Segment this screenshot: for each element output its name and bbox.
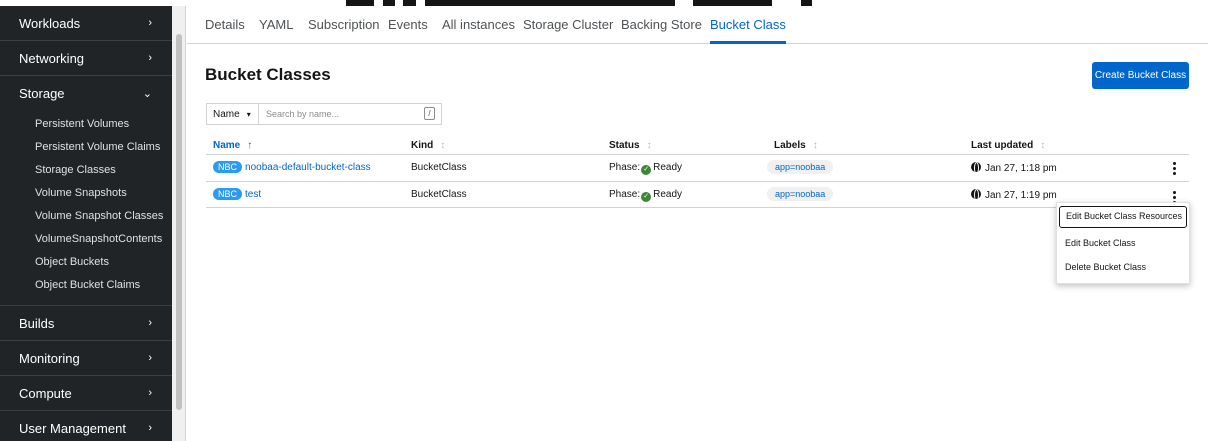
nav-section-storage[interactable]: Storage ⌄ [0,76,172,111]
kind-cell: BucketClass [411,189,467,200]
filter-type-dropdown[interactable]: Name ▾ [207,104,259,124]
resource-name-cell: NBC noobaa-default-bucket-class [213,161,371,173]
row-actions-menu: Edit Bucket Class Resources Edit Bucket … [1056,202,1190,284]
sidebar-item-volume-snapshot-contents[interactable]: VolumeSnapshotContents [0,228,172,251]
nav-section-monitoring[interactable]: Monitoring › [0,341,172,376]
nav-section-user-management[interactable]: User Management › [0,411,172,441]
kind-cell: BucketClass [411,162,467,173]
tab-events[interactable]: Events [388,6,428,44]
sort-icon: ↕ [646,140,652,151]
label-chip[interactable]: app=noobaa [767,160,834,174]
column-header-kind[interactable]: Kind ↕ [411,140,445,151]
chevron-right-icon: › [148,352,152,364]
sidebar-item-volume-snapshot-classes[interactable]: Volume Snapshot Classes [0,205,172,228]
chevron-down-icon: ⌄ [142,88,152,100]
chevron-right-icon: › [148,317,152,329]
last-updated-cell: Jan 27, 1:19 pm [971,189,1057,201]
status-cell: Phase: ✓ Ready [609,189,683,202]
sidebar-item-volume-snapshots[interactable]: Volume Snapshots [0,182,172,205]
menu-item-edit-bucket-class[interactable]: Edit Bucket Class [1057,231,1189,255]
sidebar-item-persistent-volume-claims[interactable]: Persistent Volume Claims [0,136,172,159]
sort-icon: ↕ [440,140,446,151]
filter-bar: Name ▾ / [206,103,442,125]
chevron-right-icon: › [148,17,152,29]
storage-submenu: Persistent Volumes Persistent Volume Cla… [0,111,172,306]
labels-cell: app=noobaa [767,187,834,201]
table-row: NBC test BucketClass Phase: ✓ Ready app=noo… [206,181,1189,208]
globe-icon [971,189,981,199]
sort-icon: ↕ [1040,140,1046,151]
sidebar-item-object-buckets[interactable]: Object Buckets [0,251,172,274]
table-row: NBC noobaa-default-bucket-class BucketCla… [206,154,1189,181]
sidebar-item-persistent-volumes[interactable]: Persistent Volumes [0,113,172,136]
column-header-labels[interactable]: Labels ↕ [774,140,818,151]
resource-link[interactable]: noobaa-default-bucket-class [245,162,371,173]
tab-all-instances[interactable]: All instances [442,6,515,44]
column-header-status[interactable]: Status ↕ [609,140,652,151]
chevron-right-icon: › [148,422,152,434]
status-cell: Phase: ✓ Ready [609,162,683,175]
chevron-right-icon: › [148,52,152,64]
page-title: Bucket Classes [205,65,331,84]
sidebar: Workloads › Networking › Storage ⌄ Persi… [0,6,172,441]
main-content: Details YAML Subscription Events All ins… [187,6,1208,441]
kebab-icon[interactable] [1168,160,1180,176]
nav-section-networking[interactable]: Networking › [0,41,172,76]
nav-section-workloads[interactable]: Workloads › [0,6,172,41]
tab-backing-store[interactable]: Backing Store [621,6,702,44]
nav-section-compute[interactable]: Compute › [0,376,172,411]
sidebar-scrollbar[interactable] [172,6,186,441]
caret-down-icon: ▾ [246,109,251,119]
scrollbar-thumb[interactable] [176,34,182,410]
tab-yaml[interactable]: YAML [259,6,293,44]
sort-icon: ↕ [812,140,818,151]
globe-icon [971,162,981,172]
label-chip[interactable]: app=noobaa [767,187,834,201]
search-input[interactable] [259,104,441,124]
resource-link[interactable]: test [245,189,261,200]
tab-storage-cluster[interactable]: Storage Cluster [523,6,613,44]
sort-ascending-icon: ↑ [247,140,253,151]
last-updated-cell: Jan 27, 1:18 pm [971,162,1057,174]
tab-subscription[interactable]: Subscription [308,6,380,44]
resource-badge: NBC [213,188,243,200]
sidebar-item-object-bucket-claims[interactable]: Object Bucket Claims [0,274,172,297]
search-wrapper: / [259,104,441,124]
chevron-right-icon: › [148,387,152,399]
check-circle-icon: ✓ [641,192,652,202]
nav-section-builds[interactable]: Builds › [0,306,172,341]
tab-details[interactable]: Details [205,6,245,44]
menu-item-edit-bucket-class-resources[interactable]: Edit Bucket Class Resources [1059,206,1187,228]
check-circle-icon: ✓ [641,165,652,175]
create-bucket-class-button[interactable]: Create Bucket Class [1092,62,1189,89]
tab-bar: Details YAML Subscription Events All ins… [187,6,1208,44]
menu-item-delete-bucket-class[interactable]: Delete Bucket Class [1057,255,1189,279]
tab-bucket-class[interactable]: Bucket Class [710,6,786,44]
sidebar-item-storage-classes[interactable]: Storage Classes [0,159,172,182]
column-header-last-updated[interactable]: Last updated ↕ [971,140,1045,151]
labels-cell: app=noobaa [767,160,834,174]
resource-name-cell: NBC test [213,188,261,200]
column-header-name[interactable]: Name ↑ [213,140,252,151]
resource-badge: NBC [213,161,243,173]
keyboard-shortcut-icon: / [424,107,435,120]
